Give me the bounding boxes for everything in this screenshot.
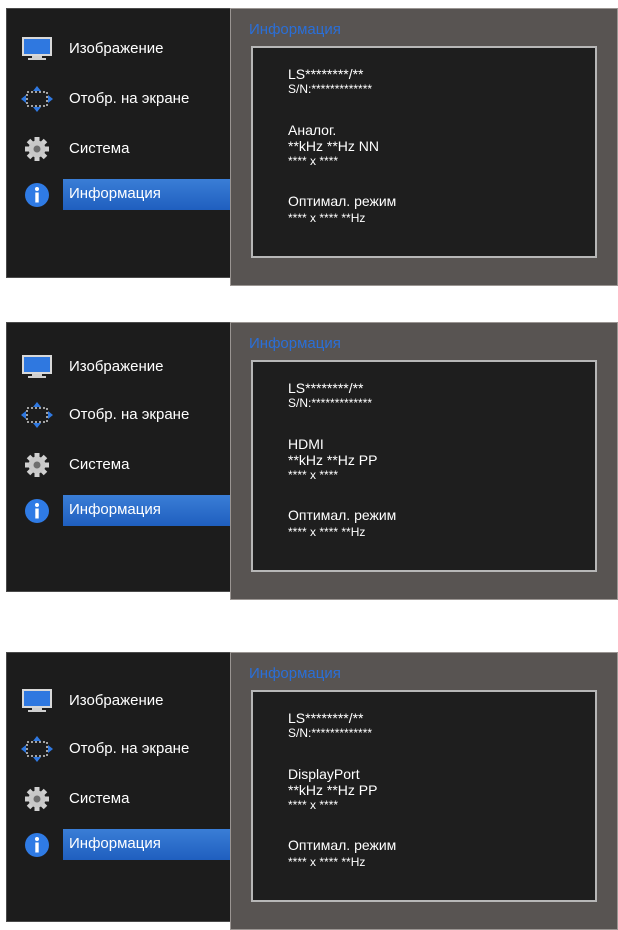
- panel-title: Информация: [249, 335, 341, 352]
- information-panel: Информация LS********/** S/N:***********…: [230, 8, 618, 286]
- info-icon: [25, 833, 49, 857]
- information-panel: Информация LS********/** S/N:***********…: [230, 652, 618, 930]
- menu-item-label: Отобр. на экране: [69, 740, 190, 757]
- osd-screen-analog: Изображение Отобр. на экране Система Инф…: [6, 8, 618, 286]
- menu-item-label: Изображение: [69, 358, 164, 375]
- menu-item-label: Изображение: [69, 40, 164, 57]
- osd-menu: Изображение Отобр. на экране Система Инф…: [6, 8, 233, 278]
- move-arrows-icon: [21, 736, 53, 762]
- resolution: **** x ****: [288, 468, 339, 482]
- menu-item-picture[interactable]: Изображение: [7, 31, 233, 67]
- gear-icon: [25, 453, 49, 477]
- move-arrows-icon: [21, 86, 53, 112]
- optimal-mode-label: Оптимал. режим: [288, 837, 397, 853]
- optimal-mode-value: **** x **** **Hz: [288, 525, 366, 539]
- frequency: **kHz **Hz PP: [288, 782, 378, 798]
- information-panel: Информация LS********/** S/N:***********…: [230, 322, 618, 600]
- menu-item-label: Отобр. на экране: [69, 406, 190, 423]
- resolution: **** x ****: [288, 798, 339, 812]
- menu-item-label: Система: [69, 790, 130, 807]
- move-arrows-icon: [21, 402, 53, 428]
- optimal-mode-value: **** x **** **Hz: [288, 855, 366, 869]
- menu-item-information[interactable]: Информация: [7, 177, 233, 213]
- resolution: **** x ****: [288, 154, 339, 168]
- input-source: DisplayPort: [288, 766, 360, 782]
- menu-item-system[interactable]: Система: [7, 781, 233, 817]
- menu-item-picture[interactable]: Изображение: [7, 683, 233, 719]
- gear-icon: [25, 137, 49, 161]
- monitor-icon: [22, 37, 52, 60]
- info-icon: [25, 499, 49, 523]
- frequency: **kHz **Hz NN: [288, 138, 380, 154]
- model-name: LS********/**: [288, 380, 364, 396]
- menu-item-information[interactable]: Информация: [7, 493, 233, 529]
- input-source: HDMI: [288, 436, 324, 452]
- optimal-mode-label: Оптимал. режим: [288, 193, 397, 209]
- model-name: LS********/**: [288, 710, 364, 726]
- menu-item-system[interactable]: Система: [7, 131, 233, 167]
- serial-number: S/N:*************: [288, 82, 373, 96]
- model-name: LS********/**: [288, 66, 364, 82]
- info-box: LS********/** S/N:************* DisplayP…: [251, 690, 597, 902]
- menu-item-label: Информация: [69, 501, 161, 518]
- optimal-mode-value: **** x **** **Hz: [288, 211, 366, 225]
- serial-number: S/N:*************: [288, 396, 373, 410]
- input-source: Аналог.: [288, 122, 337, 138]
- monitor-icon: [22, 355, 52, 378]
- osd-menu: Изображение Отобр. на экране Система Инф…: [6, 322, 233, 592]
- menu-item-label: Система: [69, 140, 130, 157]
- menu-item-label: Отобр. на экране: [69, 90, 190, 107]
- info-box: LS********/** S/N:************* HDMI **k…: [251, 360, 597, 572]
- serial-number: S/N:*************: [288, 726, 373, 740]
- panel-title: Информация: [249, 665, 341, 682]
- menu-item-information[interactable]: Информация: [7, 827, 233, 863]
- menu-item-label: Система: [69, 456, 130, 473]
- info-box: LS********/** S/N:************* Аналог. …: [251, 46, 597, 258]
- frequency: **kHz **Hz PP: [288, 452, 378, 468]
- menu-item-system[interactable]: Система: [7, 447, 233, 483]
- gear-icon: [25, 787, 49, 811]
- info-icon: [25, 183, 49, 207]
- osd-menu: Изображение Отобр. на экране Система Инф…: [6, 652, 233, 922]
- menu-item-label: Информация: [69, 835, 161, 852]
- monitor-icon: [22, 689, 52, 712]
- osd-screen-displayport: Изображение Отобр. на экране Система Инф…: [6, 652, 618, 930]
- osd-screen-hdmi: Изображение Отобр. на экране Система Инф…: [6, 322, 618, 600]
- menu-item-label: Изображение: [69, 692, 164, 709]
- optimal-mode-label: Оптимал. режим: [288, 507, 397, 523]
- menu-item-label: Информация: [69, 185, 161, 202]
- panel-title: Информация: [249, 21, 341, 38]
- menu-item-onscreen-display[interactable]: Отобр. на экране: [7, 397, 233, 433]
- menu-item-picture[interactable]: Изображение: [7, 349, 233, 385]
- menu-item-onscreen-display[interactable]: Отобр. на экране: [7, 731, 233, 767]
- menu-item-onscreen-display[interactable]: Отобр. на экране: [7, 81, 233, 117]
